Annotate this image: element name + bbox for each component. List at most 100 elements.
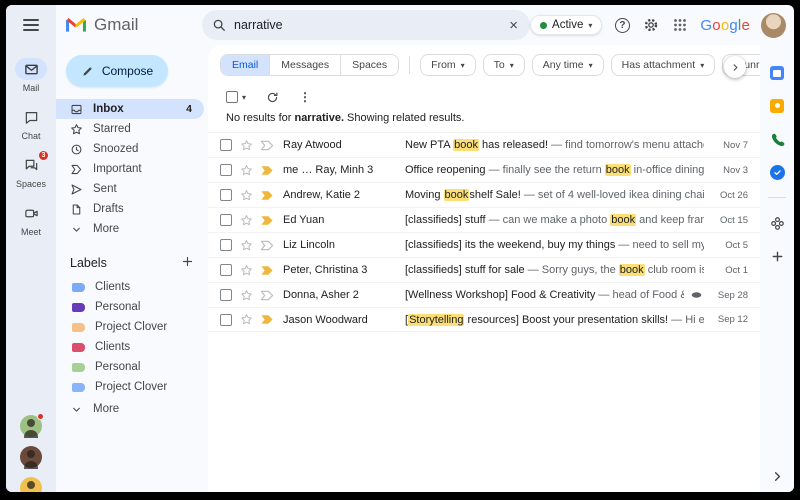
important-marker[interactable] xyxy=(260,140,274,151)
subject-text: [Wellness Workshop] Food & Creativity xyxy=(405,289,599,301)
apps-button[interactable] xyxy=(671,16,689,34)
important-marker[interactable] xyxy=(260,240,274,251)
label-item-1[interactable]: Personal xyxy=(56,297,208,317)
label-tag-icon xyxy=(72,322,85,332)
sidebar-item-important[interactable]: Important xyxy=(56,159,204,179)
compose-button[interactable]: Compose xyxy=(66,55,168,87)
get-addons-icon[interactable] xyxy=(769,248,785,264)
sidebar-item-inbox[interactable]: Inbox 4 xyxy=(56,99,204,119)
email-row[interactable]: Ray Atwood New PTA book has released! — f… xyxy=(208,132,760,157)
user-avatar[interactable] xyxy=(761,12,786,38)
label-item-5[interactable]: Project Clover xyxy=(56,377,208,397)
sidebar-item-sent[interactable]: Sent xyxy=(56,179,204,199)
important-marker[interactable] xyxy=(260,265,274,276)
label-tag-icon xyxy=(72,302,85,312)
result-tab-email[interactable]: Email xyxy=(221,55,270,75)
star-icon[interactable] xyxy=(240,289,253,302)
label-item-3[interactable]: Clients xyxy=(56,337,208,357)
search-input[interactable] xyxy=(234,18,500,32)
select-all-control[interactable]: ▾ xyxy=(226,91,246,103)
rail-item-spaces[interactable]: 3 Spaces xyxy=(15,150,49,189)
snippet-text: — find tomorrow's menu attached! The cre… xyxy=(551,139,704,151)
snippet-text: — Hi everyone, did you kn… xyxy=(671,313,704,326)
email-row[interactable]: Andrew, Katie 2 Moving bookshelf Sale! — … xyxy=(208,182,760,207)
star-icon[interactable] xyxy=(240,239,253,252)
labels-more-toggle[interactable]: More xyxy=(56,399,204,419)
create-label-button[interactable] xyxy=(181,255,194,271)
star-icon[interactable] xyxy=(240,214,253,227)
sidebar-item-starred[interactable]: Starred xyxy=(56,119,204,139)
row-checkbox[interactable] xyxy=(220,289,232,301)
filter-chip-to[interactable]: To ▾ xyxy=(482,54,525,76)
result-tab-spaces[interactable]: Spaces xyxy=(340,55,399,75)
scroll-chips-button[interactable] xyxy=(724,56,746,78)
draft-icon xyxy=(70,203,83,216)
important-marker[interactable] xyxy=(260,290,274,301)
nav-item-label: Drafts xyxy=(93,203,124,215)
keep-icon[interactable] xyxy=(769,98,785,114)
row-checkbox[interactable] xyxy=(220,164,232,176)
result-tab-messages[interactable]: Messages xyxy=(269,55,341,75)
contact-avatar-2[interactable] xyxy=(20,446,42,469)
label-item-0[interactable]: Clients xyxy=(56,277,208,297)
contact-avatar-1[interactable] xyxy=(20,413,44,438)
refresh-icon xyxy=(267,92,278,102)
row-checkbox[interactable] xyxy=(220,264,232,276)
labels-title: Labels xyxy=(70,256,107,270)
star-icon[interactable] xyxy=(240,264,253,277)
label-item-2[interactable]: Project Clover xyxy=(56,317,208,337)
calendar-icon[interactable] xyxy=(769,65,785,81)
addon-icon[interactable] xyxy=(769,215,785,231)
email-row[interactable]: Ed Yuan [classifieds] stuff — can we make… xyxy=(208,207,760,232)
star-icon[interactable] xyxy=(240,189,253,202)
select-all-checkbox[interactable] xyxy=(226,91,238,103)
email-row[interactable]: Donna, Asher 2 [Wellness Workshop] Food &… xyxy=(208,282,760,307)
sidebar-item-snoozed[interactable]: Snoozed xyxy=(56,139,204,159)
important-marker[interactable] xyxy=(260,314,274,325)
more-options-button[interactable]: ⋮ xyxy=(299,90,311,104)
voice-icon[interactable] xyxy=(769,131,785,147)
rail-item-mail[interactable]: Mail xyxy=(15,58,47,93)
label-item-4[interactable]: Personal xyxy=(56,357,208,377)
filter-chip-from[interactable]: From ▾ xyxy=(420,54,476,76)
rail-item-chat[interactable]: Chat xyxy=(15,106,47,141)
open-side-panel-button[interactable] xyxy=(769,468,785,484)
refresh-button[interactable] xyxy=(266,91,279,104)
settings-button[interactable] xyxy=(642,16,660,34)
status-selector[interactable]: Active ▾ xyxy=(530,15,603,35)
important-marker[interactable] xyxy=(260,190,274,201)
chevron-down-icon: ▾ xyxy=(700,60,705,70)
star-icon[interactable] xyxy=(240,139,253,152)
email-row[interactable]: Liz Lincoln [classifieds] its the weekend… xyxy=(208,232,760,257)
row-checkbox[interactable] xyxy=(220,239,232,251)
star-icon[interactable] xyxy=(240,313,253,326)
help-button[interactable]: ? xyxy=(613,16,631,34)
sidebar-item-more[interactable]: More xyxy=(56,219,204,239)
search-bar[interactable]: × xyxy=(202,10,531,40)
row-checkbox[interactable] xyxy=(220,214,232,226)
main-menu-button[interactable] xyxy=(6,5,56,45)
sidebar-item-drafts[interactable]: Drafts xyxy=(56,199,204,219)
clear-search-icon[interactable]: × xyxy=(507,17,520,34)
nav-item-label: More xyxy=(93,223,120,235)
important-marker[interactable] xyxy=(260,165,274,176)
row-checkbox[interactable] xyxy=(220,189,232,201)
row-checkbox[interactable] xyxy=(220,313,232,326)
email-row[interactable]: Jason Woodward [Storytelling resources] B… xyxy=(208,307,760,332)
tasks-icon[interactable] xyxy=(769,164,785,180)
email-row[interactable]: me … Ray, Minh 3 Office reopening — final… xyxy=(208,157,760,182)
status-prefix: No results for xyxy=(226,112,295,124)
contact-avatar-3[interactable] xyxy=(20,477,42,492)
star-icon[interactable] xyxy=(240,164,253,177)
important-marker[interactable] xyxy=(260,215,274,226)
subject-text: [classifieds] its the weekend, buy my th… xyxy=(405,239,619,251)
filter-chip-has-attachment[interactable]: Has attachment ▾ xyxy=(610,54,716,76)
row-checkbox[interactable] xyxy=(220,139,232,151)
email-row[interactable]: Peter, Christina 3 [classifieds] stuff fo… xyxy=(208,257,760,282)
filter-chip-any-time[interactable]: Any time ▾ xyxy=(531,54,604,76)
clock-icon xyxy=(70,143,83,156)
email-subject-snippet: [classifieds] stuff for sale — Sorry guy… xyxy=(405,264,704,276)
rail-item-meet[interactable]: Meet xyxy=(15,202,47,237)
gmail-logo[interactable]: Gmail xyxy=(56,15,202,35)
rail-item-label: Spaces xyxy=(15,179,47,189)
